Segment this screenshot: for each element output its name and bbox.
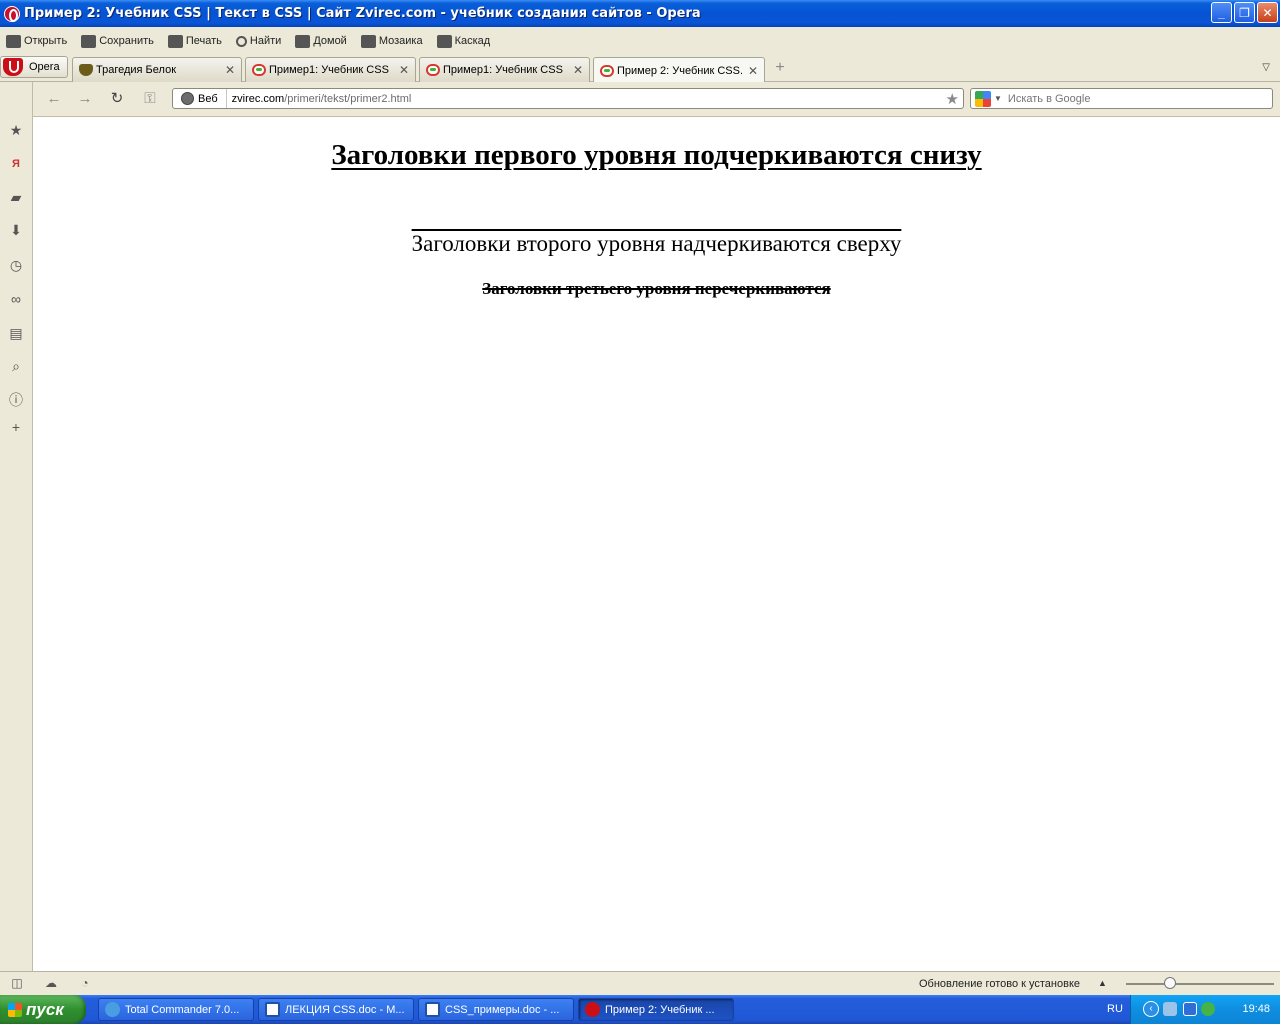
site-favicon-icon <box>426 64 440 76</box>
tab-item[interactable]: Пример1: Учебник CSS ... ✕ <box>419 57 590 82</box>
back-arrow-icon[interactable]: ← <box>45 90 63 108</box>
tray-expand-icon[interactable]: ‹ <box>1143 1001 1159 1017</box>
info-icon[interactable]: ⓘ <box>8 392 24 408</box>
toolbar-open[interactable]: Открыть <box>6 34 67 48</box>
toolbar-print[interactable]: Печать <box>167 34 222 48</box>
web-badge[interactable]: Веб <box>173 89 227 108</box>
reload-icon[interactable]: ↻ <box>108 90 126 108</box>
panel-toggle-icon[interactable]: ◫ <box>9 977 25 990</box>
main-toolbar: Открыть Сохранить Печать Найти Домой Моз… <box>0 27 1280 55</box>
windows-flag-icon <box>8 1002 22 1017</box>
tab-close-icon[interactable]: ✕ <box>573 63 583 77</box>
tab-close-icon[interactable]: ✕ <box>225 63 235 77</box>
word-document-icon <box>425 1002 440 1017</box>
site-favicon-icon <box>600 64 614 77</box>
opera-logo-icon <box>3 58 23 76</box>
navigation-bar: ← → ↻ ⚿ Веб zvirec.com/primeri/tekst/pri… <box>33 82 1280 116</box>
turbo-gauge-icon[interactable]: ◔ <box>77 977 93 990</box>
site-favicon-icon <box>252 64 266 76</box>
toolbar-home[interactable]: Домой <box>295 34 347 48</box>
search-box[interactable]: ▼ <box>970 88 1273 109</box>
taskbar-item[interactable]: ЛЕКЦИЯ CSS.doc - M... <box>258 998 414 1021</box>
tab-bar: Opera Трагедия Белок ✕ Пример1: Учебник … <box>0 55 1280 83</box>
tab-close-icon[interactable]: ✕ <box>399 63 409 77</box>
print-icon <box>167 34 183 48</box>
bluetooth-icon[interactable] <box>1183 1002 1197 1016</box>
toolbar-tile[interactable]: Мозаика <box>360 34 423 48</box>
language-indicator[interactable]: RU <box>1107 1003 1123 1015</box>
search-engine-dropdown-icon[interactable]: ▼ <box>994 94 1002 103</box>
total-commander-icon <box>105 1002 120 1017</box>
network-icon[interactable] <box>1163 1002 1177 1016</box>
yandex-icon[interactable]: Я <box>8 156 24 172</box>
panel-sidebar: ★ Я ▰ ⬇ ◷ ∞ ▤ ⌕ ⓘ + <box>0 82 33 971</box>
word-document-icon <box>265 1002 280 1017</box>
window-controls: _ ❐ ✕ <box>1211 2 1278 23</box>
tab-list-chevron-icon[interactable]: ▽ <box>1262 62 1270 73</box>
tile-icon <box>360 34 376 48</box>
status-bar: ◫ ☁ ◔ Обновление готово к установке ▲ <box>0 971 1280 995</box>
update-arrow-icon[interactable]: ▲ <box>1098 978 1107 988</box>
minimize-button[interactable]: _ <box>1211 2 1232 23</box>
shield-favicon-icon <box>79 64 93 76</box>
find-icon <box>235 35 247 47</box>
opera-menu-button[interactable]: Opera <box>0 56 68 78</box>
tab-close-icon[interactable]: ✕ <box>748 64 758 78</box>
globe-icon <box>181 92 194 105</box>
notes-icon[interactable]: ▰ <box>8 189 24 205</box>
start-button[interactable]: пуск <box>0 995 86 1024</box>
page-content: Заголовки первого уровня подчеркиваются … <box>33 116 1280 971</box>
taskbar-item[interactable]: CSS_примеры.doc - ... <box>418 998 574 1021</box>
bookmark-star-icon[interactable]: ★ <box>946 90 959 108</box>
opera-app-icon[interactable] <box>4 5 20 22</box>
window-title: Пример 2: Учебник CSS | Текст в CSS | Са… <box>24 6 701 21</box>
windows-panel-icon[interactable]: ▤ <box>8 325 24 341</box>
save-icon <box>81 34 97 48</box>
url-text[interactable]: zvirec.com/primeri/tekst/primer2.html <box>227 93 412 105</box>
cascade-icon <box>436 34 452 48</box>
title-bar: Пример 2: Учебник CSS | Текст в CSS | Са… <box>0 0 1280 27</box>
folder-icon <box>6 34 21 48</box>
new-tab-icon[interactable]: + <box>772 60 788 76</box>
heading-level-3: Заголовки третьего уровня перечеркиваютс… <box>482 279 831 298</box>
downloads-icon[interactable]: ⬇ <box>8 222 24 238</box>
home-icon <box>295 34 311 48</box>
heading-level-1: Заголовки первого уровня подчеркиваются … <box>331 139 982 171</box>
update-status-text[interactable]: Обновление готово к установке <box>919 978 1080 990</box>
restore-button[interactable]: ❐ <box>1234 2 1255 23</box>
windows-taskbar: пуск Total Commander 7.0... ЛЕКЦИЯ CSS.d… <box>0 995 1280 1024</box>
tab-item[interactable]: Пример1: Учебник CSS ... ✕ <box>245 57 416 82</box>
search-panel-icon[interactable]: ⌕ <box>8 358 24 374</box>
links-icon[interactable]: ∞ <box>8 291 24 307</box>
zoom-slider[interactable] <box>1126 977 1274 989</box>
address-bar[interactable]: Веб zvirec.com/primeri/tekst/primer2.htm… <box>172 88 964 109</box>
search-input[interactable] <box>1007 92 1268 105</box>
tab-item-active[interactable]: Пример 2: Учебник CSS... ✕ <box>593 57 765 83</box>
add-panel-icon[interactable]: + <box>8 419 24 435</box>
toolbar-find[interactable]: Найти <box>235 35 281 47</box>
bookmarks-star-icon[interactable]: ★ <box>8 122 24 138</box>
zoom-slider-handle[interactable] <box>1164 977 1176 989</box>
system-tray: RU ‹ 19:48 <box>1107 995 1280 1024</box>
google-icon[interactable] <box>975 90 991 107</box>
opera-icon <box>585 1002 600 1017</box>
antivirus-icon[interactable] <box>1201 1002 1215 1016</box>
close-button[interactable]: ✕ <box>1257 2 1278 23</box>
tab-item[interactable]: Трагедия Белок ✕ <box>72 57 242 82</box>
clock[interactable]: 19:48 <box>1242 1003 1270 1015</box>
opera-unite-cloud-icon[interactable]: ☁ <box>43 977 59 990</box>
taskbar-item[interactable]: Total Commander 7.0... <box>98 998 254 1021</box>
toolbar-cascade[interactable]: Каскад <box>436 34 490 48</box>
history-clock-icon[interactable]: ◷ <box>8 257 24 273</box>
wand-key-icon[interactable]: ⚿ <box>139 90 161 108</box>
forward-arrow-icon[interactable]: → <box>76 90 94 108</box>
toolbar-save[interactable]: Сохранить <box>81 34 154 48</box>
heading-level-2: Заголовки второго уровня надчеркиваются … <box>411 231 902 256</box>
taskbar-item-active[interactable]: Пример 2: Учебник ... <box>578 998 734 1021</box>
